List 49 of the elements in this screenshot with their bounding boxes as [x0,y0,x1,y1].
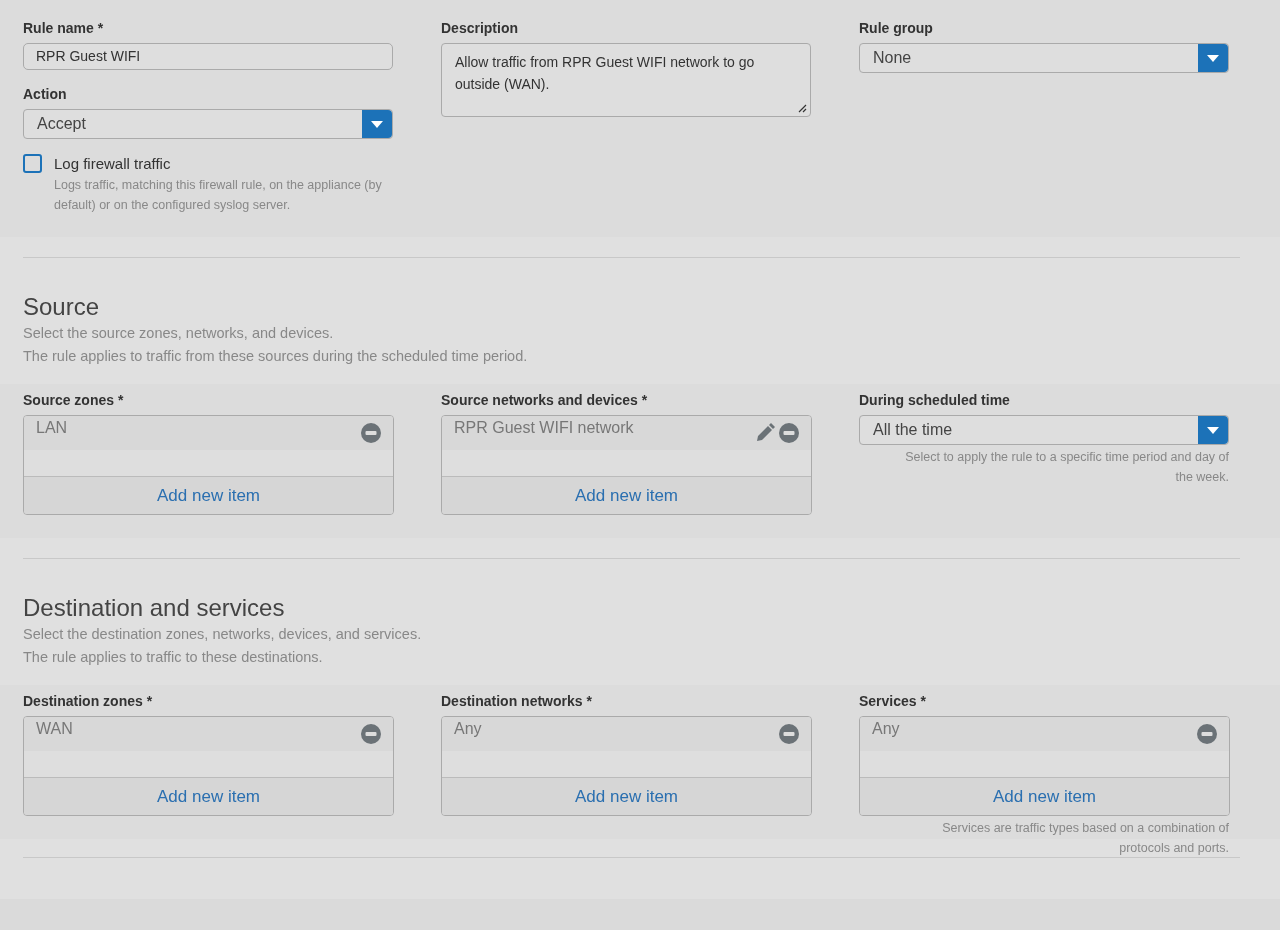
checkbox-label: Log firewall traffic [54,154,172,173]
pencil-icon[interactable] [755,423,775,443]
list-item: WAN [36,719,74,739]
hint-text: Logs traffic, matching this firewall rule, on the appliance (by default) or on the configured syslog server. [54,177,383,214]
field-label: Destination networks * [441,692,593,709]
remove-icon[interactable] [1197,724,1217,744]
caret-icon [371,120,383,128]
action-dropdown[interactable]: Accept [23,109,393,139]
remove-icon[interactable] [361,423,381,443]
field-label: During scheduled time [859,391,1011,408]
section-description: The rule applies to traffic from these sources during the scheduled time period. [23,347,529,366]
rule-group-dropdown[interactable]: None [859,43,1229,73]
remove-icon[interactable] [779,724,799,744]
add-item-button[interactable]: Add new item [442,778,811,815]
rule-name-field[interactable]: RPR Guest WIFI [23,43,393,70]
add-item-button[interactable]: Add new item [24,477,393,514]
description-field[interactable]: Allow traffic from RPR Guest WIFI network to go outside (WAN). [441,43,811,117]
caret-icon [1207,426,1219,434]
field-label: Rule name * [23,19,105,36]
section-description: The rule applies to traffic to these destinations. [23,648,324,667]
hint-text: Select to apply the rule to a specific time period and day of the week. [904,449,1229,486]
section-title: Source [23,292,101,322]
section-description: Select the destination zones, networks, devices, and services. [23,625,423,644]
list-item: RPR Guest WIFI network [454,418,635,438]
field-label: Description [441,19,519,36]
remove-icon[interactable] [779,423,799,443]
list-item: Any [454,719,483,739]
dropdown-button[interactable] [1198,416,1228,444]
list-item: Any [872,719,901,739]
remove-icon[interactable] [361,724,381,744]
log-checkbox[interactable] [23,154,42,173]
dropdown-button[interactable] [362,110,392,138]
field-label: Rule group [859,19,934,36]
field-label: Source networks and devices * [441,391,649,408]
hint-text: Services are traffic types based on a combination of protocols and ports. [941,820,1229,857]
field-label: Services * [859,692,927,709]
field-label: Source zones * [23,391,125,408]
section-description: Select the source zones, networks, and devices. [23,324,335,343]
add-item-button[interactable]: Add new item [442,477,811,514]
dropdown-button[interactable] [1198,44,1228,72]
list-item: LAN [36,418,69,438]
field-label: Action [23,85,68,102]
caret-icon [1207,54,1219,62]
section-title: Destination and services [23,593,286,623]
schedule-dropdown[interactable]: All the time [859,415,1229,445]
field-label: Destination zones * [23,692,154,709]
add-item-button[interactable]: Add new item [860,778,1229,815]
resize-handle-icon[interactable] [798,104,807,113]
add-item-button[interactable]: Add new item [24,778,393,815]
